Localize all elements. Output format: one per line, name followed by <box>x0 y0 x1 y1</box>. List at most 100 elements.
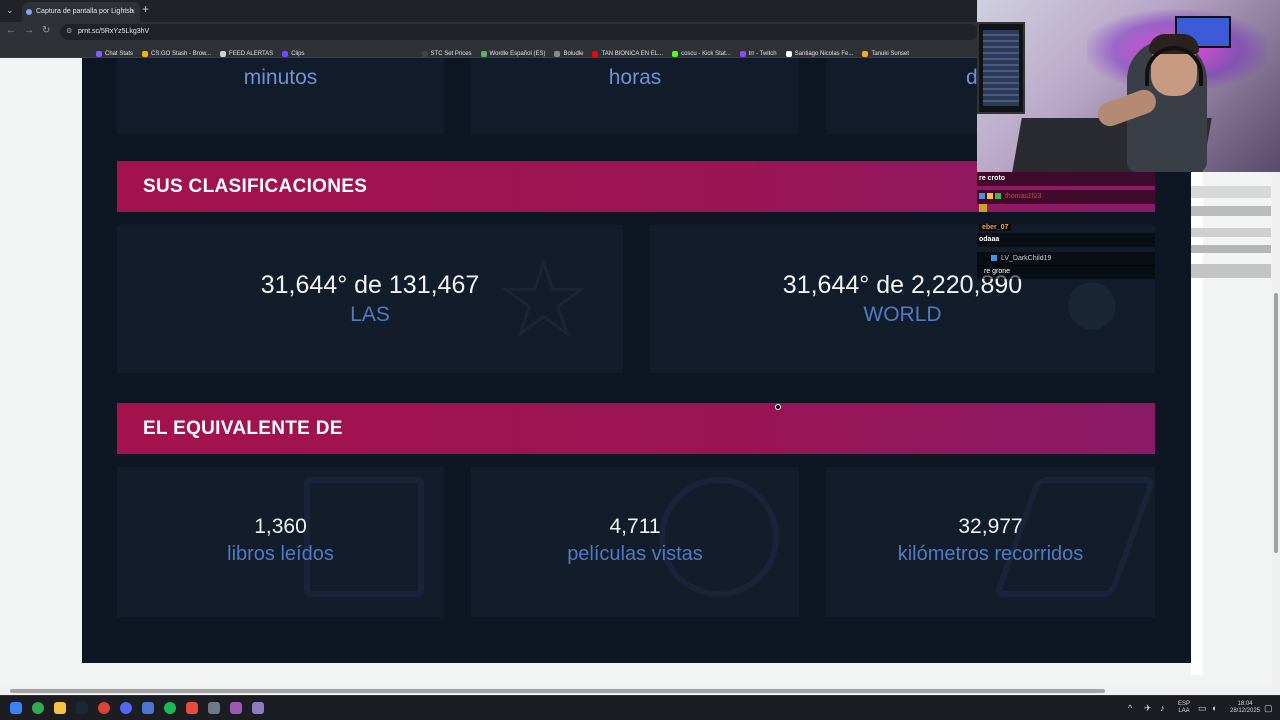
calendar-icon[interactable] <box>186 702 198 714</box>
clock-time: 18:04 <box>1237 701 1253 707</box>
tab-favicon-icon <box>26 9 32 15</box>
bookmark-item[interactable]: coscu - Kick Stat... <box>672 46 731 57</box>
bookmark-item[interactable]: trr - Twitch <box>739 46 777 57</box>
bookmark-item[interactable]: CS:GO Stash - Brow... <box>142 46 211 57</box>
bookmark-label: STC Set Prices <box>430 51 472 57</box>
bookmark-label: Boludle <box>563 51 584 57</box>
bookmark-item[interactable]: Boludle <box>554 46 584 57</box>
chat-username[interactable]: LV_DarkChild19 <box>1001 255 1051 262</box>
reload-icon[interactable]: ↻ <box>42 25 50 36</box>
ranking-label: WORLD <box>863 303 942 326</box>
language-code: ESP <box>1177 701 1190 707</box>
bookmark-label: Chat Stats <box>105 51 134 57</box>
bookmark-label: Santiago Nicolas Fe... <box>794 51 854 57</box>
bookmark-label: Tanuki Sunset <box>871 51 910 57</box>
equivalent-label: kilómetros recorridos <box>897 543 1084 565</box>
bookmark-favicon-icon <box>142 51 149 57</box>
scrollbar-thumb[interactable] <box>1274 293 1278 553</box>
star-icon: ☆ <box>494 238 593 361</box>
equivalent-value: 32,977 <box>958 515 1023 538</box>
tray-app-icon[interactable]: ✈ <box>1144 703 1152 714</box>
rankings-title: SUS CLASIFICACIONES <box>143 176 368 197</box>
ranking-regional: ☆ 31,644° de 131,467 LAS <box>117 225 623 373</box>
scrollbar-thumb[interactable] <box>10 689 1105 693</box>
chat-message: re croto <box>979 175 1006 182</box>
notifications-icon[interactable]: ▢ <box>1264 703 1273 714</box>
file-explorer-icon[interactable] <box>54 702 66 714</box>
bookmark-item[interactable]: TAN BIONICA EN EL... <box>592 46 663 57</box>
app-icon[interactable] <box>252 702 264 714</box>
equivalent-movies: 4,711 películas vistas <box>471 467 799 617</box>
spotify-icon[interactable] <box>164 702 176 714</box>
volume-icon[interactable]: ◖ <box>1211 703 1216 713</box>
layout-code: LAA <box>1178 708 1190 714</box>
site-info-icon[interactable]: ⚙ <box>66 24 72 40</box>
bookmark-item[interactable]: Chat Stats <box>96 46 134 57</box>
equivalent-label: películas vistas <box>567 543 703 565</box>
chrome-icon[interactable] <box>32 702 44 714</box>
chat-username[interactable]: thomas1f23 <box>1005 193 1042 200</box>
start-windows-icon[interactable] <box>10 702 22 714</box>
chat-emote <box>977 203 989 215</box>
microphone-icon[interactable]: ♪ <box>1160 703 1165 713</box>
bookmarks-bar: Chat Stats CS:GO Stash - Brow... FEED ALER… <box>0 42 980 58</box>
steam-icon[interactable] <box>76 702 88 714</box>
monitor <box>977 22 1025 114</box>
forward-icon[interactable]: → <box>24 25 34 36</box>
horizontal-scrollbar[interactable] <box>0 686 1280 695</box>
bookmark-favicon-icon <box>480 51 487 57</box>
chat-message: thomas1f23 <box>977 191 1042 203</box>
bookmark-label: trr - Twitch <box>748 51 777 57</box>
equivalent-books: 1,360 libros leídos <box>117 467 444 617</box>
chrome-active-icon[interactable] <box>98 702 110 714</box>
network-icon[interactable]: ▭ <box>1198 703 1207 714</box>
bookmark-item[interactable]: Santiago Nicolas Fe... <box>785 46 854 57</box>
back-icon[interactable]: ← <box>6 25 16 36</box>
clock[interactable]: 18:04 28/12/2025 <box>1226 701 1264 715</box>
tab-search-icon[interactable]: ⌄ <box>6 5 14 16</box>
chat-message-text: odaaa <box>979 236 1000 243</box>
url-text: prnt.sc/5RxYz5Lkg3hV <box>78 28 150 35</box>
browser-tab[interactable]: Captura de pantalla por Lightsh × <box>22 2 140 22</box>
tab-close-icon[interactable]: × <box>130 2 135 22</box>
bookmark-favicon-icon <box>282 51 289 57</box>
monitor-app-icon[interactable] <box>142 702 154 714</box>
language-indicator[interactable]: ESP LAA <box>1176 701 1192 715</box>
equivalent-value: 4,711 <box>609 515 661 538</box>
new-tab-button[interactable]: + <box>142 2 149 16</box>
chat-username[interactable]: eber_07 <box>979 224 1012 231</box>
app-icon[interactable] <box>230 702 242 714</box>
equivalent-value: 1,360 <box>254 515 307 538</box>
tab-title: Captura de pantalla por Lightsh <box>36 8 134 15</box>
bookmark-label: FEED ALERTAS <box>229 51 274 57</box>
bookmark-favicon-icon <box>672 51 679 57</box>
badge-icon <box>987 193 993 200</box>
stat-minutes-label: minutos <box>243 66 318 89</box>
url-field[interactable]: ⚙ prnt.sc/5RxYz5Lkg3hV <box>60 24 978 40</box>
webcam-overlay <box>977 0 1280 172</box>
bookmark-item[interactable]: STC Set Prices <box>421 46 472 57</box>
discord-icon[interactable] <box>120 702 132 714</box>
chat-message-text: re grone <box>984 268 1011 275</box>
app-icon[interactable] <box>208 702 220 714</box>
bookmark-item[interactable]: Wordle Español (ES) <box>480 46 546 57</box>
badge-icon <box>995 193 1001 200</box>
bookmark-favicon-icon <box>739 51 746 57</box>
bookmark-item[interactable]: Clips <box>282 46 305 57</box>
bookmark-favicon-icon <box>554 51 561 57</box>
bookmark-item[interactable]: FEED ALERTAS <box>220 46 274 57</box>
ranking-value: 31,644° de 131,467 <box>260 271 480 299</box>
bookmark-item[interactable]: Tanuki Sunset <box>862 46 910 57</box>
bookmark-favicon-icon <box>862 51 869 57</box>
ranking-label: LAS <box>350 303 390 326</box>
arrow-right-icon: › <box>436 58 442 108</box>
taskbar: ^ ✈ ♪ ESP LAA ▭ ◖ 18:04 28/12/2025 ▢ <box>0 695 1280 720</box>
bookmark-favicon-icon <box>96 51 102 57</box>
bookmark-label: coscu - Kick Stat... <box>681 51 731 57</box>
equivalent-banner: EL EQUIVALENTE DE <box>117 403 1155 454</box>
bookmark-label: Wordle Español (ES) <box>489 51 546 57</box>
tray-chevron-up-icon[interactable]: ^ <box>1128 703 1132 713</box>
stat-hours-label: horas <box>608 66 662 89</box>
stat-minutes: minutos <box>117 58 444 134</box>
equivalent-distance: 32,977 kilómetros recorridos <box>826 467 1155 617</box>
